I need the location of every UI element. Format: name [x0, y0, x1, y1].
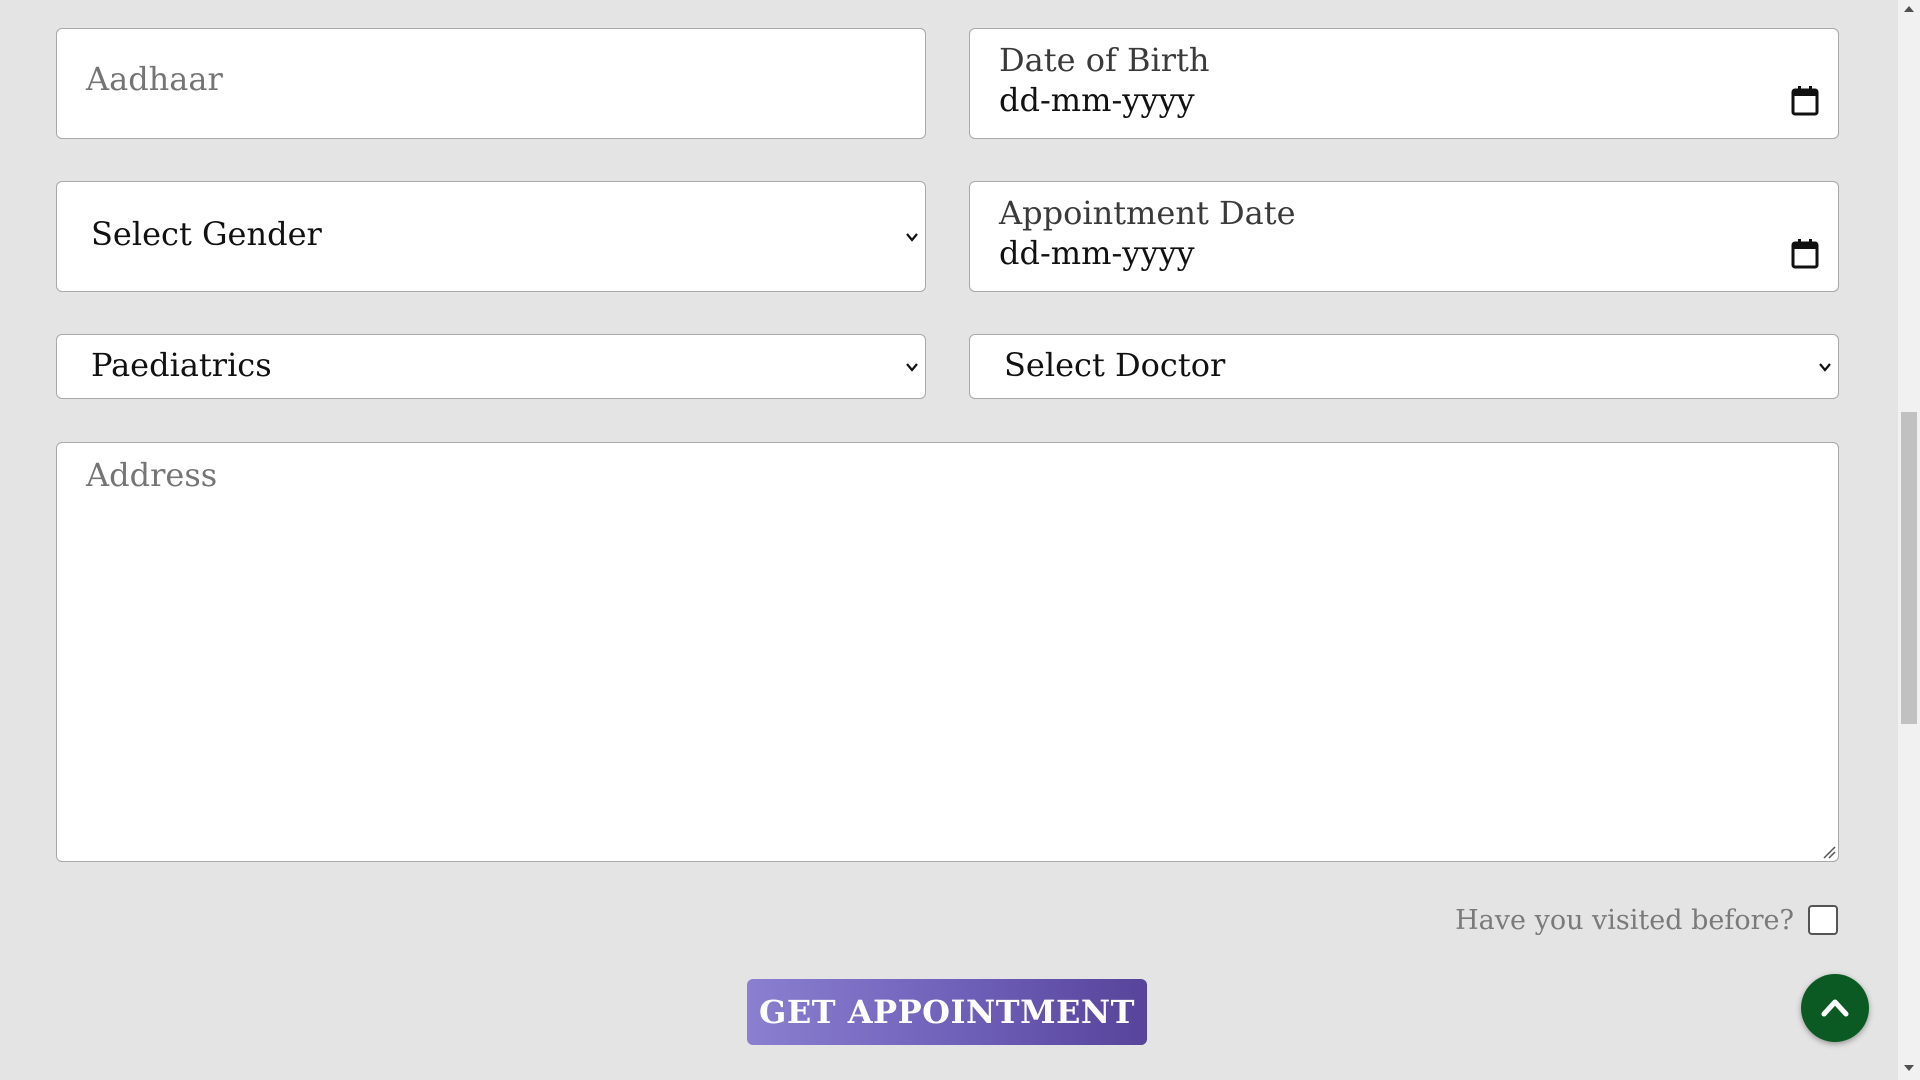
address-textarea[interactable]: Address: [56, 442, 1839, 862]
address-placeholder: Address: [86, 456, 218, 494]
aadhaar-placeholder: Aadhaar: [86, 60, 223, 98]
gender-select[interactable]: Select Gender: [56, 181, 926, 292]
resize-handle-icon[interactable]: [1822, 845, 1836, 859]
chevron-down-icon: [906, 233, 918, 242]
doctor-select[interactable]: Select Doctor: [969, 334, 1839, 399]
scroll-down-arrow-icon[interactable]: [1903, 1063, 1915, 1073]
doctor-selected-value: Select Doctor: [1004, 346, 1226, 384]
chevron-down-icon: [1819, 363, 1831, 372]
chevron-down-icon: [906, 363, 918, 372]
appointment-date-field[interactable]: Appointment Date dd-mm-yyyy: [969, 181, 1839, 292]
get-appointment-label: GET APPOINTMENT: [759, 993, 1135, 1031]
scroll-up-arrow-icon[interactable]: [1903, 4, 1915, 14]
department-select[interactable]: Paediatrics: [56, 334, 926, 399]
calendar-icon[interactable]: [1791, 86, 1819, 116]
calendar-icon[interactable]: [1791, 239, 1819, 269]
gender-selected-value: Select Gender: [91, 215, 322, 253]
scrollbar-thumb[interactable]: [1901, 412, 1917, 724]
appointment-form: Aadhaar Date of Birth dd-mm-yyyy Select …: [0, 0, 1898, 1080]
appointment-date-label: Appointment Date: [999, 194, 1296, 232]
date-of-birth-value: dd-mm-yyyy: [999, 81, 1195, 119]
appointment-date-value: dd-mm-yyyy: [999, 234, 1195, 272]
visited-before-row: Have you visited before?: [1455, 902, 1838, 938]
date-of-birth-label: Date of Birth: [999, 41, 1210, 79]
vertical-scrollbar[interactable]: [1898, 0, 1920, 1080]
visited-before-label: Have you visited before?: [1455, 904, 1794, 936]
chevron-up-icon: [1821, 999, 1849, 1017]
visited-before-checkbox[interactable]: [1808, 905, 1838, 935]
aadhaar-input[interactable]: Aadhaar: [56, 28, 926, 139]
back-to-top-button[interactable]: [1801, 974, 1869, 1042]
department-selected-value: Paediatrics: [91, 346, 272, 384]
get-appointment-button[interactable]: GET APPOINTMENT: [747, 979, 1147, 1045]
date-of-birth-field[interactable]: Date of Birth dd-mm-yyyy: [969, 28, 1839, 139]
